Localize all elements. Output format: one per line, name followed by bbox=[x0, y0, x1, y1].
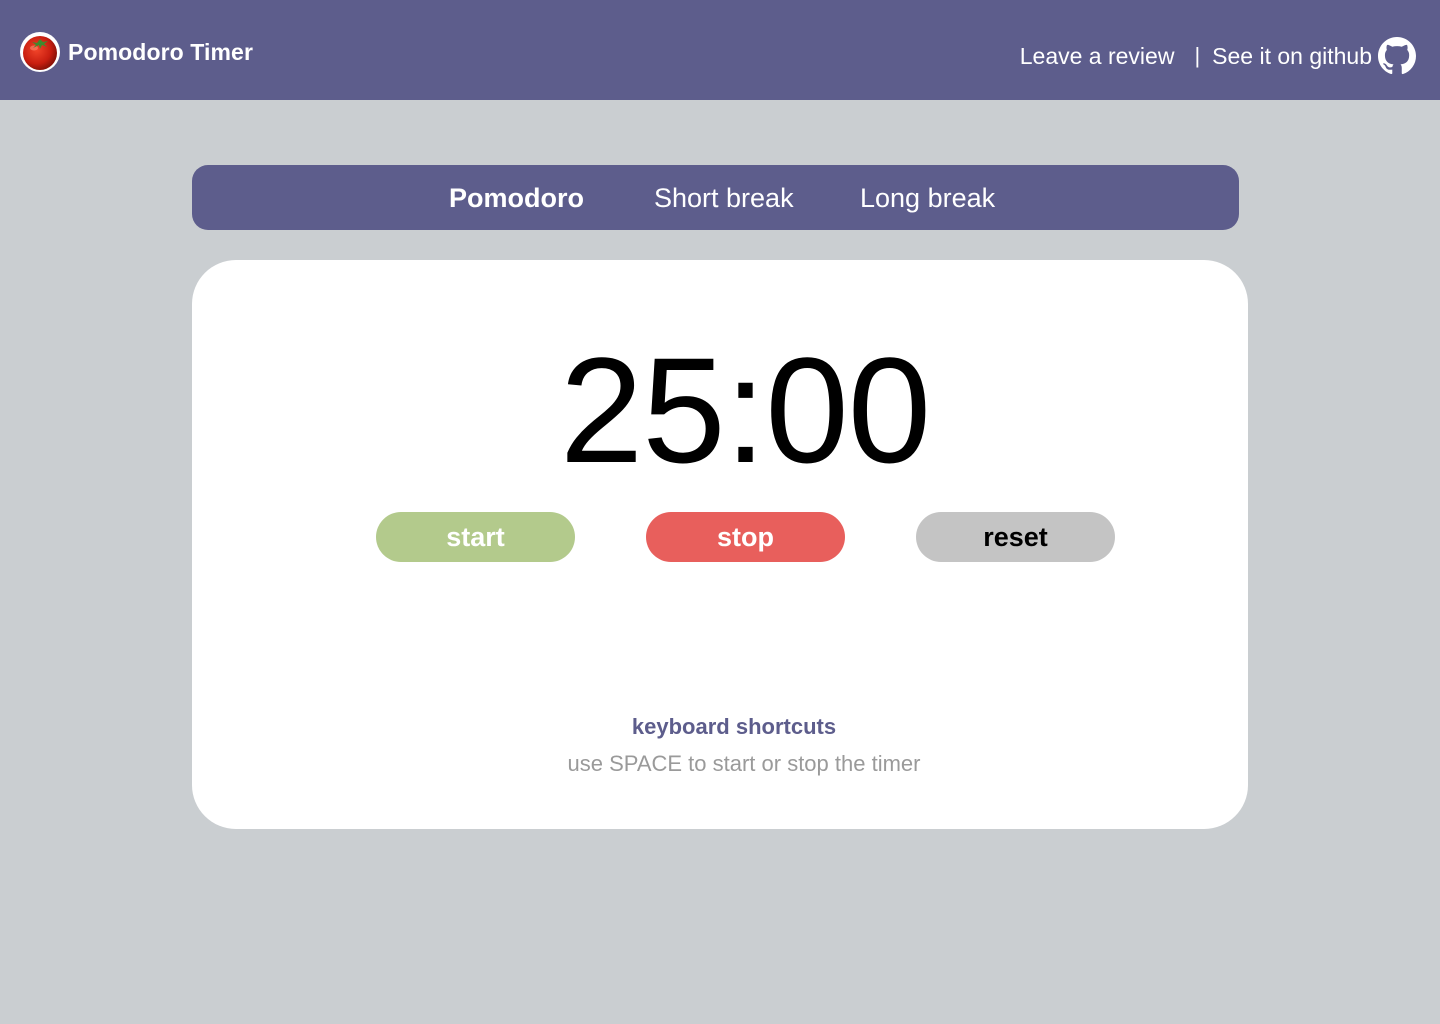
timer-card: 25:00 start stop reset keyboard shortcut… bbox=[192, 260, 1248, 829]
tab-short-break[interactable]: Short break bbox=[654, 165, 794, 230]
mode-tabs: Pomodoro Short break Long break bbox=[192, 165, 1239, 230]
tab-long-break[interactable]: Long break bbox=[860, 165, 995, 230]
shortcuts-text: use SPACE to start or stop the timer bbox=[567, 751, 921, 776]
tab-pomodoro[interactable]: Pomodoro bbox=[449, 165, 584, 230]
app-title: Pomodoro Timer bbox=[68, 38, 253, 65]
nav-separator: | bbox=[1194, 43, 1201, 68]
top-nav: Leave a review | See it on github bbox=[1020, 36, 1416, 76]
brand[interactable]: Pomodoro Timer bbox=[20, 30, 253, 74]
tomato-icon bbox=[20, 32, 60, 72]
github-link[interactable]: See it on github bbox=[1212, 43, 1372, 70]
github-icon[interactable] bbox=[1378, 37, 1416, 75]
shortcuts-title: keyboard shortcuts bbox=[631, 714, 837, 739]
start-button[interactable]: start bbox=[376, 512, 575, 562]
reset-button[interactable]: reset bbox=[916, 512, 1115, 562]
top-bar: Pomodoro Timer Leave a review | See it o… bbox=[0, 0, 1440, 100]
timer-display: 25:00 bbox=[559, 326, 931, 494]
stop-button[interactable]: stop bbox=[646, 512, 845, 562]
leave-review-link[interactable]: Leave a review bbox=[1020, 43, 1175, 70]
